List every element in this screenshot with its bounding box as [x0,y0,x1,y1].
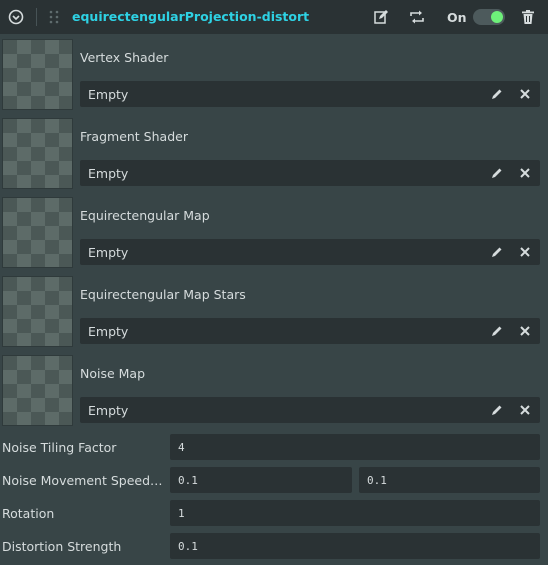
texture-thumbnail[interactable] [2,355,73,426]
texture-value: Empty [88,403,129,418]
texture-field[interactable]: Empty [80,239,540,265]
close-icon[interactable] [519,325,531,337]
texture-label: Vertex Shader [80,50,169,65]
toggle-knob [491,11,503,23]
distortion-strength-input[interactable]: 0.1 [170,533,540,559]
property-label: Distortion Strength [2,539,122,554]
input-value: 0.1 [178,540,198,553]
component-title: equirectengularProjection-distort [72,9,310,24]
property-label: Noise Movement Speed (... [2,473,164,488]
noise-movement-speed-y-input[interactable]: 0.1 [359,467,540,493]
swap-icon[interactable] [409,9,425,25]
collapse-circle-icon[interactable] [8,9,24,25]
pencil-icon[interactable] [491,88,503,100]
enabled-toggle[interactable] [473,9,505,25]
input-value: 4 [178,441,185,454]
close-icon[interactable] [519,246,531,258]
texture-slot-noise-map: Noise Map Empty [0,351,548,430]
pencil-icon[interactable] [491,167,503,179]
texture-value: Empty [88,87,129,102]
close-icon[interactable] [519,167,531,179]
texture-field[interactable]: Empty [80,160,540,186]
enabled-label: On [447,10,467,25]
texture-field[interactable]: Empty [80,81,540,107]
edit-icon[interactable] [373,9,389,25]
texture-value: Empty [88,324,129,339]
noise-tiling-factor-input[interactable]: 4 [170,434,540,460]
property-noise-tiling-factor: Noise Tiling Factor 4 [0,432,548,465]
texture-thumbnail[interactable] [2,276,73,347]
property-rotation: Rotation 1 [0,498,548,531]
component-header: equirectengularProjection-distort On [0,0,548,34]
texture-slot-vertex-shader: Vertex Shader Empty [0,35,548,114]
input-value: 1 [178,507,185,520]
property-label: Rotation [2,506,55,521]
close-icon[interactable] [519,88,531,100]
texture-label: Noise Map [80,366,146,381]
texture-thumbnail[interactable] [2,39,73,110]
texture-label: Equirectengular Map Stars [80,287,246,302]
noise-movement-speed-x-input[interactable]: 0.1 [170,467,352,493]
texture-label: Equirectengular Map [80,208,210,223]
close-icon[interactable] [519,404,531,416]
drag-grip-icon[interactable] [47,9,61,25]
pencil-icon[interactable] [491,325,503,337]
property-distortion-strength: Distortion Strength 0.1 [0,531,548,564]
texture-thumbnail[interactable] [2,197,73,268]
header-divider [36,8,37,26]
texture-field[interactable]: Empty [80,318,540,344]
property-label: Noise Tiling Factor [2,440,117,455]
input-value: 0.1 [367,474,387,487]
texture-slot-fragment-shader: Fragment Shader Empty [0,114,548,193]
property-noise-movement-speed: Noise Movement Speed (... 0.1 0.1 [0,465,548,498]
trash-icon[interactable] [520,9,536,25]
pencil-icon[interactable] [491,404,503,416]
texture-thumbnail[interactable] [2,118,73,189]
input-value: 0.1 [178,474,198,487]
texture-label: Fragment Shader [80,129,188,144]
texture-slot-equirectengular-map: Equirectengular Map Empty [0,193,548,272]
texture-slot-equirectengular-map-stars: Equirectengular Map Stars Empty [0,272,548,351]
texture-value: Empty [88,245,129,260]
texture-value: Empty [88,166,129,181]
texture-field[interactable]: Empty [80,397,540,423]
rotation-input[interactable]: 1 [170,500,540,526]
pencil-icon[interactable] [491,246,503,258]
